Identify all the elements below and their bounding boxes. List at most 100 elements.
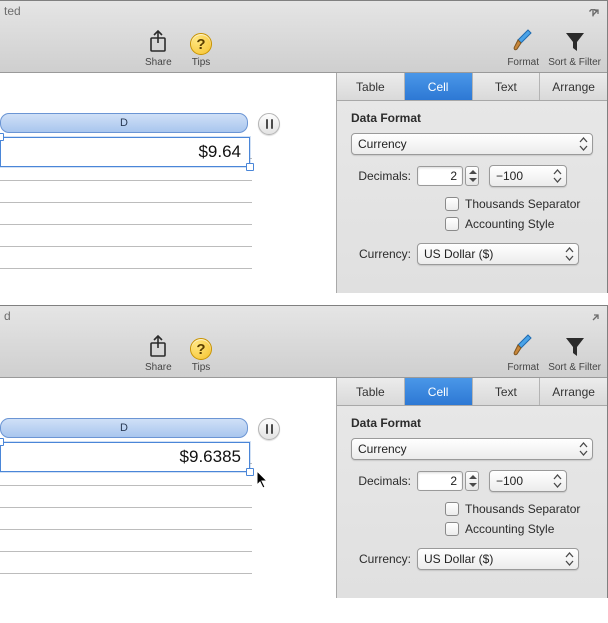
- cell-value: $9.6385: [180, 447, 241, 467]
- negative-format-value: −100: [496, 169, 523, 183]
- share-label: Share: [145, 362, 172, 373]
- decimals-stepper[interactable]: [465, 471, 479, 491]
- mouse-cursor-icon: [256, 470, 270, 490]
- data-format-popup[interactable]: Currency: [351, 438, 593, 460]
- column-menu-button[interactable]: [258, 418, 280, 440]
- cell-value: $9.64: [198, 142, 241, 162]
- decimals-label: Decimals:: [351, 474, 417, 488]
- format-toolbar-item[interactable]: Format: [507, 27, 539, 68]
- tips-icon: ?: [190, 338, 212, 360]
- thousands-checkbox[interactable]: [445, 502, 459, 516]
- decimals-label: Decimals:: [351, 169, 417, 183]
- decimals-input[interactable]: 2: [417, 166, 463, 186]
- share-label: Share: [145, 57, 172, 68]
- spreadsheet-canvas[interactable]: D $9.64: [0, 73, 336, 293]
- decimals-input[interactable]: 2: [417, 471, 463, 491]
- selected-cell[interactable]: $9.64: [0, 137, 250, 167]
- tips-toolbar-item[interactable]: ? Tips: [190, 33, 212, 68]
- tips-label: Tips: [190, 57, 212, 68]
- toolbar: ted Share ? Tips Format Sort & Filter: [0, 1, 607, 73]
- table-row[interactable]: [0, 181, 252, 203]
- thousands-label: Thousands Separator: [465, 502, 580, 516]
- thousands-label: Thousands Separator: [465, 197, 580, 211]
- chevron-updown-icon: [579, 137, 588, 151]
- currency-popup[interactable]: US Dollar ($): [417, 243, 579, 265]
- tips-icon: ?: [190, 33, 212, 55]
- thousands-checkbox[interactable]: [445, 197, 459, 211]
- tab-table[interactable]: Table: [337, 73, 405, 100]
- format-label: Format: [507, 57, 539, 68]
- fullscreen-icon[interactable]: [587, 314, 599, 326]
- fullscreen-icon[interactable]: [587, 9, 599, 21]
- negative-format-popup[interactable]: −100: [489, 470, 567, 492]
- chevron-updown-icon: [553, 474, 562, 488]
- currency-label: Currency:: [351, 247, 417, 261]
- spreadsheet-canvas[interactable]: D $9.6385: [0, 378, 336, 598]
- table-row[interactable]: [0, 247, 252, 269]
- inspector-panel: Table Cell Text Arrange Data Format Curr…: [336, 73, 607, 293]
- tab-text[interactable]: Text: [473, 378, 541, 405]
- table-row[interactable]: [0, 508, 252, 530]
- negative-format-value: −100: [496, 474, 523, 488]
- tab-cell[interactable]: Cell: [405, 73, 473, 100]
- paintbrush-icon: [507, 332, 539, 360]
- sortfilter-toolbar-item[interactable]: Sort & Filter: [548, 334, 601, 373]
- format-toolbar-item[interactable]: Format: [507, 332, 539, 373]
- window-title-fragment: ted: [4, 4, 21, 18]
- column-header-D[interactable]: D: [0, 113, 248, 133]
- share-icon: [145, 334, 172, 360]
- tab-text[interactable]: Text: [473, 73, 541, 100]
- share-toolbar-item[interactable]: Share: [145, 334, 172, 373]
- currency-label: Currency:: [351, 552, 417, 566]
- table-row[interactable]: [0, 530, 252, 552]
- share-toolbar-item[interactable]: Share: [145, 29, 172, 68]
- sortfilter-toolbar-item[interactable]: Sort & Filter: [548, 29, 601, 68]
- data-format-popup[interactable]: Currency: [351, 133, 593, 155]
- selection-handle[interactable]: [246, 468, 254, 476]
- tab-cell[interactable]: Cell: [405, 378, 473, 405]
- inspector-panel: Table Cell Text Arrange Data Format Curr…: [336, 378, 607, 598]
- toolbar: d Share ? Tips Format Sort & Filter: [0, 306, 607, 378]
- accounting-checkbox[interactable]: [445, 217, 459, 231]
- tab-arrange[interactable]: Arrange: [540, 378, 607, 405]
- table-row[interactable]: [0, 203, 252, 225]
- tips-toolbar-item[interactable]: ? Tips: [190, 338, 212, 373]
- selected-cell[interactable]: $9.6385: [0, 442, 250, 472]
- numbers-window: ted Share ? Tips Format Sort & Filter: [0, 0, 608, 293]
- funnel-icon: [548, 29, 601, 55]
- accounting-label: Accounting Style: [465, 522, 554, 536]
- inspector-tabs: Table Cell Text Arrange: [337, 378, 607, 406]
- tab-arrange[interactable]: Arrange: [540, 73, 607, 100]
- tab-table[interactable]: Table: [337, 378, 405, 405]
- table-row[interactable]: [0, 486, 252, 508]
- data-format-value: Currency: [358, 442, 407, 456]
- table-row[interactable]: [0, 552, 252, 574]
- negative-format-popup[interactable]: −100: [489, 165, 567, 187]
- column-menu-button[interactable]: [258, 113, 280, 135]
- paintbrush-icon: [507, 27, 539, 55]
- selection-handle[interactable]: [246, 163, 254, 171]
- chevron-updown-icon: [553, 169, 562, 183]
- funnel-icon: [548, 334, 601, 360]
- chevron-updown-icon: [565, 247, 574, 261]
- numbers-window: d Share ? Tips Format Sort & Filter: [0, 305, 608, 598]
- table-row[interactable]: [0, 225, 252, 247]
- data-format-value: Currency: [358, 137, 407, 151]
- column-header-D[interactable]: D: [0, 418, 248, 438]
- selection-handle[interactable]: [0, 133, 4, 141]
- selection-handle[interactable]: [0, 438, 4, 446]
- share-icon: [145, 29, 172, 55]
- section-data-format: Data Format: [351, 111, 593, 125]
- section-data-format: Data Format: [351, 416, 593, 430]
- decimals-stepper[interactable]: [465, 166, 479, 186]
- window-title-fragment: d: [4, 309, 11, 323]
- sortfilter-label: Sort & Filter: [548, 57, 601, 68]
- accounting-checkbox[interactable]: [445, 522, 459, 536]
- currency-popup[interactable]: US Dollar ($): [417, 548, 579, 570]
- sortfilter-label: Sort & Filter: [548, 362, 601, 373]
- format-label: Format: [507, 362, 539, 373]
- currency-value: US Dollar ($): [424, 552, 493, 566]
- chevron-updown-icon: [579, 442, 588, 456]
- inspector-tabs: Table Cell Text Arrange: [337, 73, 607, 101]
- currency-value: US Dollar ($): [424, 247, 493, 261]
